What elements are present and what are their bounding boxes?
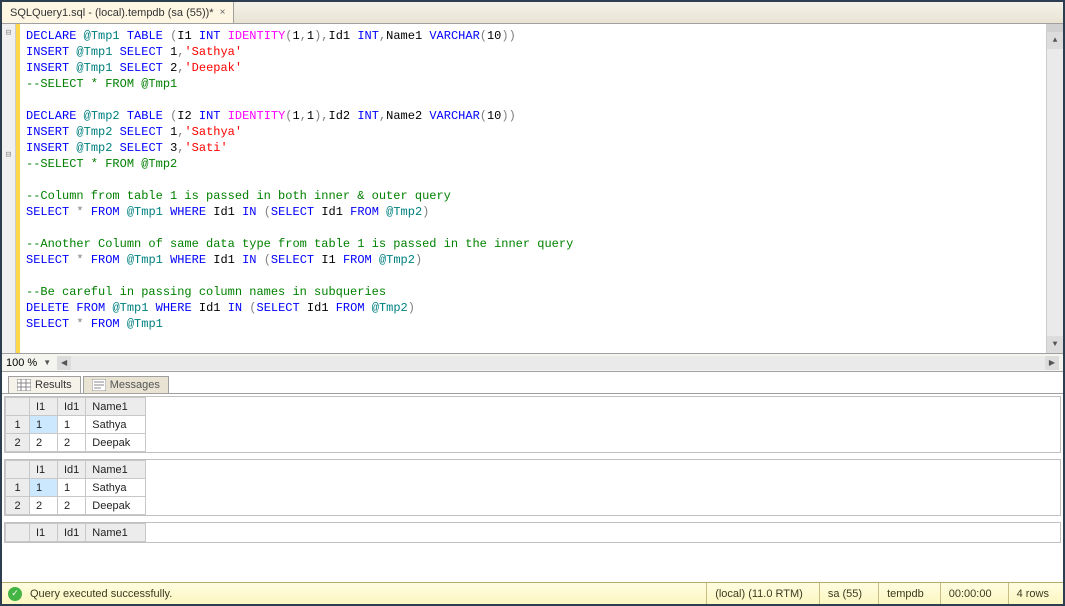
status-rows: 4 rows	[1008, 583, 1057, 604]
row-header[interactable]: 1	[6, 416, 30, 434]
status-elapsed: 00:00:00	[940, 583, 1000, 604]
vertical-scrollbar[interactable]: ▲ ▼	[1046, 24, 1063, 353]
cell[interactable]: 2	[58, 434, 86, 452]
status-bar: ✓ Query executed successfully. (local) (…	[2, 582, 1063, 604]
cell[interactable]: Deepak	[86, 497, 146, 515]
column-header[interactable]: Name1	[86, 524, 146, 542]
success-icon: ✓	[8, 587, 22, 601]
scroll-left-icon[interactable]: ◀	[57, 356, 71, 370]
tab-messages-label: Messages	[110, 379, 160, 391]
zoom-level[interactable]: 100 %	[6, 357, 37, 369]
column-header[interactable]: Id1	[58, 524, 86, 542]
cell[interactable]: 1	[30, 416, 58, 434]
scroll-up-icon[interactable]: ▲	[1047, 32, 1063, 49]
tab-results-label: Results	[35, 379, 72, 391]
tab-messages[interactable]: Messages	[83, 376, 169, 393]
cell[interactable]: 2	[30, 434, 58, 452]
editor-tab[interactable]: SQLQuery1.sql - (local).tempdb (sa (55))…	[2, 2, 234, 23]
scroll-down-icon[interactable]: ▼	[1047, 336, 1063, 353]
corner-cell[interactable]	[6, 524, 30, 542]
fold-icon[interactable]: ⊟	[2, 28, 15, 38]
code-text[interactable]: DECLARE @Tmp1 TABLE (I1 INT IDENTITY(1,1…	[20, 24, 1046, 353]
chevron-down-icon[interactable]: ▼	[43, 358, 51, 367]
scroll-track[interactable]	[71, 356, 1045, 370]
cell[interactable]: 2	[30, 497, 58, 515]
sql-editor[interactable]: ⊟ ⊟ DECLARE @Tmp1 TABLE (I1 INT IDENTITY…	[2, 24, 1046, 353]
close-icon[interactable]: ×	[220, 7, 226, 18]
table-header-row: I1 Id1 Name1	[6, 524, 146, 542]
table-row[interactable]: 2 2 2 Deepak	[6, 497, 146, 515]
cell[interactable]: Sathya	[86, 479, 146, 497]
cell[interactable]: 1	[58, 416, 86, 434]
zoom-bar: 100 % ▼ ◀ ▶	[2, 354, 1063, 372]
result-grid-2[interactable]: I1 Id1 Name1 1 1 1 Sathya 2 2 2 Deepak	[4, 459, 1061, 516]
status-message: Query executed successfully.	[30, 588, 172, 600]
scroll-right-icon[interactable]: ▶	[1045, 356, 1059, 370]
column-header[interactable]: I1	[30, 524, 58, 542]
corner-cell[interactable]	[6, 461, 30, 479]
status-server: (local) (11.0 RTM)	[706, 583, 811, 604]
column-header[interactable]: Id1	[58, 461, 86, 479]
horizontal-scrollbar[interactable]: ◀ ▶	[57, 357, 1059, 369]
status-database: tempdb	[878, 583, 932, 604]
messages-icon	[92, 379, 106, 391]
editor-pane: ⊟ ⊟ DECLARE @Tmp1 TABLE (I1 INT IDENTITY…	[2, 24, 1063, 354]
column-header[interactable]: Name1	[86, 461, 146, 479]
cell[interactable]: 1	[58, 479, 86, 497]
column-header[interactable]: I1	[30, 461, 58, 479]
tab-title: SQLQuery1.sql - (local).tempdb (sa (55))…	[10, 7, 214, 19]
grid-icon	[17, 379, 31, 391]
split-handle[interactable]	[1046, 24, 1063, 32]
table-header-row: I1 Id1 Name1	[6, 461, 146, 479]
status-user: sa (55)	[819, 583, 870, 604]
fold-icon[interactable]: ⊟	[2, 150, 15, 160]
results-pane: I1 Id1 Name1 1 1 1 Sathya 2 2 2 Deepak	[2, 394, 1063, 582]
results-tab-bar: Results Messages	[2, 372, 1063, 394]
table-row[interactable]: 1 1 1 Sathya	[6, 479, 146, 497]
tab-bar: SQLQuery1.sql - (local).tempdb (sa (55))…	[2, 2, 1063, 24]
column-header[interactable]: I1	[30, 398, 58, 416]
result-grid-1[interactable]: I1 Id1 Name1 1 1 1 Sathya 2 2 2 Deepak	[4, 396, 1061, 453]
row-header[interactable]: 2	[6, 434, 30, 452]
row-header[interactable]: 2	[6, 497, 30, 515]
cell[interactable]: 1	[30, 479, 58, 497]
cell[interactable]: Deepak	[86, 434, 146, 452]
row-header[interactable]: 1	[6, 479, 30, 497]
cell[interactable]: 2	[58, 497, 86, 515]
column-header[interactable]: Id1	[58, 398, 86, 416]
table-row[interactable]: 2 2 2 Deepak	[6, 434, 146, 452]
corner-cell[interactable]	[6, 398, 30, 416]
outline-margin[interactable]: ⊟ ⊟	[2, 24, 16, 353]
table-row[interactable]: 1 1 1 Sathya	[6, 416, 146, 434]
result-grid-3[interactable]: I1 Id1 Name1	[4, 522, 1061, 543]
tab-results[interactable]: Results	[8, 376, 81, 393]
table-header-row: I1 Id1 Name1	[6, 398, 146, 416]
column-header[interactable]: Name1	[86, 398, 146, 416]
cell[interactable]: Sathya	[86, 416, 146, 434]
